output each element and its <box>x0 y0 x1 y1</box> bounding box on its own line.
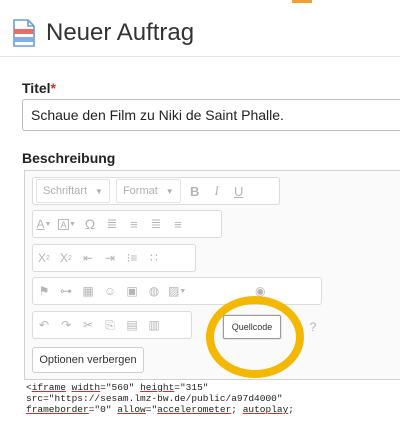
justify-icon[interactable]: ≡ <box>167 211 189 237</box>
paste-icon[interactable]: ▤ <box>121 312 143 338</box>
align-center-icon[interactable]: ≡ <box>123 211 145 237</box>
toolbar-row-4: ⚑ ⊶ ▦ ☺ ▣ ◍ ▨ ▼ ◉ <box>32 277 322 305</box>
italic-button[interactable]: I <box>206 178 228 204</box>
copy-icon[interactable]: ⎘ <box>99 312 121 338</box>
table-icon[interactable]: ▦ <box>77 278 99 304</box>
indent-icon[interactable]: ⇥ <box>99 245 121 271</box>
description-label: Beschreibung <box>22 150 116 166</box>
code-val-autoplay: autoplay <box>242 404 289 415</box>
align-left-icon[interactable]: ≣ <box>101 211 123 237</box>
required-marker: * <box>50 80 56 96</box>
help-icon[interactable]: ? <box>302 314 324 340</box>
code-tag-iframe: iframe <box>31 382 66 393</box>
font-family-dropdown[interactable]: Schriftart ▼ <box>36 179 110 203</box>
emoji-icon[interactable]: ☺ <box>99 278 121 304</box>
chevron-down-icon: ▼ <box>165 186 174 196</box>
text-color-icon[interactable]: A ▼ <box>33 211 55 237</box>
title-label-text: Titel <box>22 80 51 96</box>
code-val-sep: ; <box>231 404 237 415</box>
code-val-width: "560" <box>105 382 135 393</box>
flag-icon[interactable]: ⚑ <box>33 278 55 304</box>
source-code-textarea[interactable]: <iframe width="560" height="315" src="ht… <box>26 382 400 415</box>
source-code-button[interactable]: Quellcode <box>223 315 281 339</box>
code-val-height: "315" <box>179 382 209 393</box>
code-val-accelerometer: accelerometer <box>157 404 232 415</box>
chevron-down-icon: ▼ <box>95 186 103 196</box>
ordered-list-icon[interactable]: ⁝≡ <box>121 245 143 271</box>
font-family-label: Schriftart <box>43 185 88 197</box>
title-label: Titel* <box>22 80 56 96</box>
bold-button[interactable]: B <box>184 178 206 204</box>
page-header: Neuer Auftrag <box>12 16 194 50</box>
code-line-2: src="https://sesam.lmz-bw.de/public/a97d… <box>26 393 283 404</box>
calendar-icon[interactable]: ▣ <box>121 278 143 304</box>
image-icon[interactable]: ▨ ▼ <box>165 278 189 304</box>
top-accent-bar <box>292 0 312 3</box>
background-color-icon[interactable]: A ▼ <box>55 211 79 237</box>
code-line-3: frameborder="0" allow="accelerometer; au… <box>26 404 294 415</box>
toolbar-row-5: ↶ ↷ ✂ ⎘ ▤ ▥ <box>32 311 192 339</box>
code-attr-frameborder: frameborder <box>26 404 89 415</box>
code-val-allow-open: =" <box>145 404 158 415</box>
code-attr-height: height <box>140 382 175 393</box>
subscript-icon[interactable]: X2 <box>33 245 55 271</box>
media-icon[interactable]: ◉ <box>249 278 271 304</box>
outdent-icon[interactable]: ⇤ <box>77 245 99 271</box>
format-dropdown[interactable]: Format ▼ <box>115 179 181 203</box>
globe-icon[interactable]: ◍ <box>143 278 165 304</box>
redo-icon[interactable]: ↷ <box>55 312 77 338</box>
header-divider <box>0 56 400 57</box>
code-attr-allow: allow <box>117 404 146 415</box>
underline-button[interactable]: U <box>228 178 250 204</box>
paste-text-icon[interactable]: ▥ <box>143 312 165 338</box>
format-label: Format <box>122 185 158 197</box>
code-val-frameborder: ="0" <box>88 404 112 415</box>
cut-icon[interactable]: ✂ <box>77 312 99 338</box>
hide-options-button[interactable]: Optionen verbergen <box>32 347 144 373</box>
undo-icon[interactable]: ↶ <box>33 312 55 338</box>
code-val-end: ; <box>288 404 294 415</box>
omega-icon[interactable]: Ω <box>79 211 101 237</box>
page-title: Neuer Auftrag <box>46 19 195 46</box>
title-input[interactable]: Schaue den Film zu Niki de Saint Phalle. <box>22 99 400 131</box>
toolbar-row-3: X2 X2 ⇤ ⇥ ⁝≡ ∷ <box>32 244 196 272</box>
align-right-icon[interactable]: ≣ <box>145 211 167 237</box>
document-icon <box>12 19 36 47</box>
code-line-1: <iframe width="560" height="315" <box>26 382 209 393</box>
unordered-list-icon[interactable]: ∷ <box>143 245 165 271</box>
link-icon[interactable]: ⊶ <box>55 278 77 304</box>
code-attr-width: width <box>71 382 101 393</box>
superscript-icon[interactable]: X2 <box>55 245 77 271</box>
toolbar-row-2: A ▼ A ▼ Ω ≣ ≡ ≣ ≡ <box>32 210 222 238</box>
toolbar-row-1: Schriftart ▼ Format ▼ B I U <box>32 177 280 205</box>
